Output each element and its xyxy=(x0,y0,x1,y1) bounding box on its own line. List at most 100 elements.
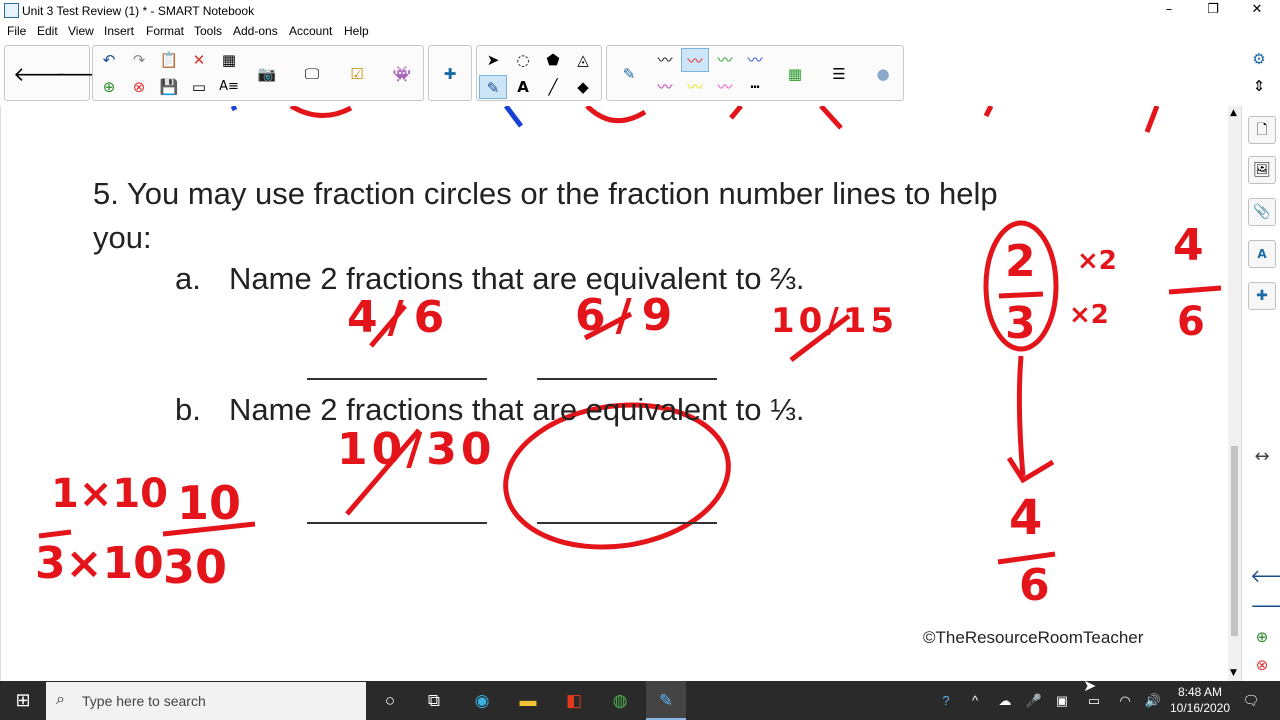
file-explorer-icon[interactable]: ▬ xyxy=(508,681,548,720)
add-ons-puzzle-icon[interactable]: ✚ xyxy=(436,62,464,86)
eraser-icon[interactable]: ◆ xyxy=(569,75,597,99)
menu-edit[interactable]: Edit xyxy=(37,24,58,38)
side-next-page-icon[interactable]: 🡒 xyxy=(1250,596,1280,617)
wifi-icon[interactable]: ◠ xyxy=(1112,681,1138,720)
menu-file[interactable]: File xyxy=(7,24,26,38)
ink-work-bottom-left: 3×10 xyxy=(35,538,164,589)
side-delete-page-icon[interactable]: ⊗ xyxy=(1250,656,1274,674)
side-previous-page-icon[interactable]: 🡐 xyxy=(1250,566,1280,587)
pen-type-icon[interactable]: ✎ xyxy=(615,62,643,86)
save-icon[interactable]: 💾 xyxy=(155,75,183,99)
close-button[interactable]: ✕ xyxy=(1234,0,1280,22)
notebook-page[interactable]: 5. You may use fraction circles or the f… xyxy=(0,106,1228,681)
response-icon[interactable]: ☑ xyxy=(343,62,371,86)
edge-browser-icon[interactable]: ◉ xyxy=(462,681,502,720)
next-page-icon[interactable]: 🡒 xyxy=(55,62,109,86)
ink-right-result-numerator: 4 xyxy=(1173,220,1204,271)
document-camera-icon[interactable]: 🖵 xyxy=(298,62,326,86)
part-a-letter: a. xyxy=(175,261,201,296)
title-bar: Unit 3 Test Review (1) * - SMART Noteboo… xyxy=(0,0,1280,22)
scrollbar-thumb[interactable] xyxy=(1231,446,1238,636)
menu-insert[interactable]: Insert xyxy=(104,24,134,38)
taskbar-search-box[interactable]: ⌕ Type here to search xyxy=(46,682,366,720)
delete-page-icon[interactable]: ⊗ xyxy=(125,75,153,99)
page-sorter-icon[interactable]: 🗋 xyxy=(1248,116,1276,144)
menu-add-ons[interactable]: Add-ons xyxy=(233,24,278,38)
maximize-button[interactable]: ❐ xyxy=(1190,0,1236,22)
text-format-icon[interactable]: A≡ xyxy=(215,75,243,99)
part-b-blank-2[interactable] xyxy=(537,522,717,524)
pen-yellow-icon[interactable]: 〰 xyxy=(681,75,709,99)
cloud-icon[interactable]: ☁ xyxy=(992,681,1018,720)
ink-work-top-right: 10 xyxy=(177,476,242,530)
fill-icon[interactable]: ◬ xyxy=(569,48,597,72)
part-a-blank-1[interactable] xyxy=(307,378,487,380)
paste-icon[interactable]: 📋 xyxy=(155,48,183,72)
pen-green-icon[interactable]: 〰 xyxy=(711,48,739,72)
ink-right-multiplier-top: ×2 xyxy=(1077,246,1117,276)
add-ons-tab-icon[interactable]: ✚ xyxy=(1248,282,1276,310)
scroll-up-icon[interactable]: ▲ xyxy=(1230,108,1237,118)
gear-icon[interactable]: ⚙ xyxy=(1245,47,1273,71)
microphone-icon[interactable]: 🎤 xyxy=(1022,681,1046,720)
help-icon[interactable]: ? xyxy=(932,681,960,720)
system-clock[interactable]: 8:48 AM 10/16/2020 xyxy=(1168,684,1232,716)
delete-icon[interactable]: ✕ xyxy=(185,48,213,72)
pen-black-icon[interactable]: 〰 xyxy=(651,48,679,72)
properties-icon[interactable]: A xyxy=(1248,240,1276,268)
part-b-letter: b. xyxy=(175,392,201,427)
menu-help[interactable]: Help xyxy=(344,24,369,38)
line-style-icon[interactable]: ☰ xyxy=(825,62,853,86)
screen-capture-icon[interactable]: 📷 xyxy=(253,62,281,86)
line-tool-icon[interactable]: ╱ xyxy=(539,75,567,99)
pen-blue-icon[interactable]: 〰 xyxy=(741,48,769,72)
office-icon[interactable]: ◧ xyxy=(554,681,594,720)
nav-group: 🡐 🡒 xyxy=(4,45,109,101)
camera-icon[interactable]: ▣ xyxy=(1050,681,1074,720)
transparency-icon[interactable]: ● xyxy=(869,62,897,86)
pen-magenta-icon[interactable]: 〰 xyxy=(651,75,679,99)
attachments-icon[interactable]: 📎 xyxy=(1248,198,1276,226)
gallery-icon[interactable]: 🖼 xyxy=(1248,156,1276,184)
side-tab-panel: 🗋 🖼 📎 A ✚ ↔ 🡐 🡒 ⊕ ⊗ xyxy=(1241,106,1280,681)
menu-account[interactable]: Account xyxy=(289,24,332,38)
color-palette-icon[interactable]: ▦ xyxy=(781,62,809,86)
table-icon[interactable]: ▦ xyxy=(215,48,243,72)
scroll-down-icon[interactable]: ▼ xyxy=(1230,668,1237,678)
text-tool-icon[interactable]: A xyxy=(509,75,537,99)
menu-view[interactable]: View xyxy=(68,24,94,38)
show-hidden-icons-icon[interactable]: ^ xyxy=(964,681,986,720)
pen-red-icon[interactable]: 〰 xyxy=(681,48,709,72)
volume-icon[interactable]: 🔊 xyxy=(1140,681,1166,720)
select-arrow-icon[interactable]: ➤ xyxy=(479,48,507,72)
menu-format[interactable]: Format xyxy=(146,24,184,38)
windows-start-icon[interactable]: ⊞ xyxy=(0,681,46,720)
previous-page-icon[interactable]: 🡐 xyxy=(13,62,67,86)
undo-icon[interactable]: ↶ xyxy=(95,48,123,72)
pens-icon[interactable]: ✎ xyxy=(479,75,507,99)
part-b-blank-1[interactable] xyxy=(307,522,487,524)
vertical-scrollbar[interactable]: ▲ ▼ xyxy=(1228,106,1241,681)
mouse-cursor-icon: ➤ xyxy=(1083,676,1097,695)
polygon-icon[interactable]: ⬟ xyxy=(539,48,567,72)
expand-panel-icon[interactable]: ↔ xyxy=(1250,446,1274,467)
chrome-icon[interactable]: ◍ xyxy=(600,681,640,720)
minimize-button[interactable]: – xyxy=(1146,0,1192,22)
move-toolbar-icon[interactable]: ⇕ xyxy=(1245,74,1273,98)
add-page-icon[interactable]: ⊕ xyxy=(95,75,123,99)
question-5-continued: you: xyxy=(93,220,152,255)
smart-notebook-taskbar-icon[interactable]: ✎ xyxy=(646,681,686,720)
part-a-blank-2[interactable] xyxy=(537,378,717,380)
select-tools-group: ➤ ◌ ⬟ ◬ ✎ A ╱ ◆ xyxy=(476,45,602,101)
pen-dashed-icon[interactable]: ┅ xyxy=(741,75,769,99)
pen-pink-icon[interactable]: 〰 xyxy=(711,75,739,99)
screen-shade-icon[interactable]: ▭ xyxy=(185,75,213,99)
menu-tools[interactable]: Tools xyxy=(194,24,222,38)
cortana-icon[interactable]: ○ xyxy=(370,681,410,720)
shapes-icon[interactable]: ◌ xyxy=(509,48,537,72)
side-add-page-icon[interactable]: ⊕ xyxy=(1250,628,1274,646)
task-view-icon[interactable]: ⧉ xyxy=(414,681,454,720)
redo-icon[interactable]: ↷ xyxy=(125,48,153,72)
lab-activity-icon[interactable]: 👾 xyxy=(388,62,416,86)
notifications-icon[interactable]: 🗨 xyxy=(1236,681,1266,720)
